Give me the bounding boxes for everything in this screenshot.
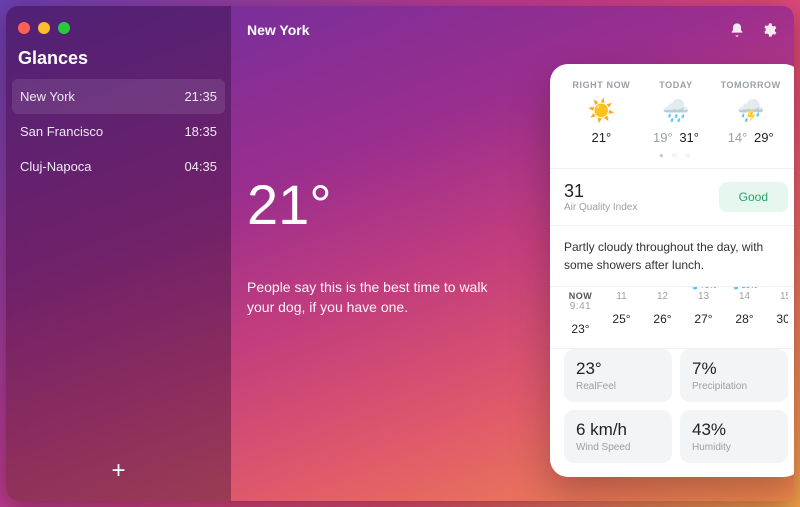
sidebar-item-label: San Francisco: [20, 124, 103, 139]
bell-icon[interactable]: [728, 21, 746, 39]
hour-cell[interactable]: NOW9:4123°: [564, 291, 597, 336]
metric-wind[interactable]: 6 km/h Wind Speed: [564, 410, 672, 463]
sidebar-item-label: New York: [20, 89, 75, 104]
metric-humidity[interactable]: 43% Humidity: [680, 410, 788, 463]
close-icon[interactable]: [18, 22, 30, 34]
window-controls: [6, 16, 231, 48]
weather-card: RIGHT NOW ☀️ 21° TODAY 🌧️ 19° 31° TOMORR…: [550, 64, 794, 477]
maximize-icon[interactable]: [58, 22, 70, 34]
daily-summary: Partly cloudy throughout the day, with s…: [564, 226, 788, 286]
metric-precipitation[interactable]: 7% Precipitation: [680, 349, 788, 402]
sidebar: Glances New York 21:35 San Francisco 18:…: [6, 6, 231, 501]
forecast-now[interactable]: RIGHT NOW ☀️ 21°: [564, 80, 639, 145]
hour-cell[interactable]: 1125°: [605, 291, 638, 336]
sidebar-item-label: Cluj-Napoca: [20, 159, 92, 174]
sidebar-item-time: 21:35: [184, 89, 217, 104]
hour-cell[interactable]: 1226°: [646, 291, 679, 336]
sidebar-title: Glances: [6, 48, 231, 79]
forecast-row: RIGHT NOW ☀️ 21° TODAY 🌧️ 19° 31° TOMORR…: [564, 80, 788, 145]
sidebar-list: New York 21:35 San Francisco 18:35 Cluj-…: [6, 79, 231, 445]
hour-cell[interactable]: 70%1327°: [687, 291, 720, 336]
weather-description: People say this is the best time to walk…: [247, 277, 507, 318]
aqi-row[interactable]: 31 Air Quality Index Good: [564, 169, 788, 225]
hour-cell[interactable]: 30%1428°: [728, 291, 761, 336]
precip-chance: 70%: [687, 287, 720, 290]
aqi-label: Air Quality Index: [564, 202, 637, 213]
main-panel: New York 21° People say this is the best…: [231, 6, 794, 501]
rain-icon: 🌧️: [639, 96, 714, 126]
app-window: Glances New York 21:35 San Francisco 18:…: [6, 6, 794, 501]
aqi-badge: Good: [719, 182, 788, 212]
forecast-tomorrow[interactable]: TOMORROW ⛈️ 14° 29°: [713, 80, 788, 145]
sidebar-item-time: 18:35: [184, 124, 217, 139]
page-title: New York: [247, 22, 310, 38]
precip-chance: 30%: [728, 287, 761, 290]
sidebar-item-time: 04:35: [184, 159, 217, 174]
aqi-value: 31: [564, 181, 637, 202]
hourly-forecast[interactable]: NOW9:4123°1125°1226°70%1327°30%1428° 1530…: [564, 287, 788, 348]
storm-icon: ⛈️: [713, 96, 788, 126]
metric-realfeel[interactable]: 23° RealFeel: [564, 349, 672, 402]
gear-icon[interactable]: [760, 21, 778, 39]
page-dots[interactable]: ● ○ ○: [564, 151, 788, 160]
forecast-today[interactable]: TODAY 🌧️ 19° 31°: [639, 80, 714, 145]
metrics-grid: 23° RealFeel 7% Precipitation 6 km/h Win…: [564, 349, 788, 477]
hour-cell[interactable]: 1530°: [769, 291, 788, 336]
minimize-icon[interactable]: [38, 22, 50, 34]
sun-icon: ☀️: [564, 96, 639, 126]
sidebar-item-new-york[interactable]: New York 21:35: [12, 79, 225, 114]
sidebar-item-cluj-napoca[interactable]: Cluj-Napoca 04:35: [6, 149, 231, 184]
sidebar-item-san-francisco[interactable]: San Francisco 18:35: [6, 114, 231, 149]
add-location-button[interactable]: +: [6, 445, 231, 501]
topbar: New York: [247, 18, 778, 42]
